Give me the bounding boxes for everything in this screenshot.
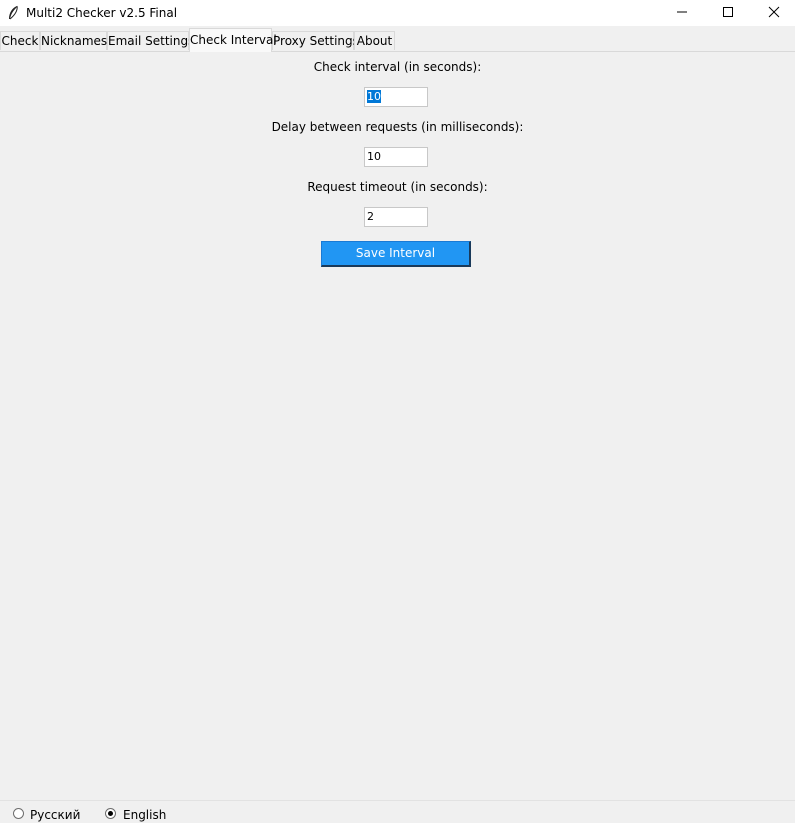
tab-bar: Check Nicknames Email Settings Check Int…	[0, 28, 795, 52]
tab-email-settings[interactable]: Email Settings	[107, 31, 194, 50]
tab-proxy-settings[interactable]: Proxy Settings	[272, 31, 359, 50]
close-button[interactable]	[751, 0, 795, 26]
minimize-button[interactable]	[659, 0, 705, 26]
language-label-russian[interactable]: Русский	[30, 807, 80, 823]
language-label-english[interactable]: English	[123, 807, 166, 823]
language-bar	[0, 800, 795, 823]
tab-about[interactable]: About	[354, 31, 395, 50]
tab-check-interval[interactable]: Check Interval	[189, 28, 277, 52]
minimize-icon	[676, 6, 688, 21]
feather-icon	[6, 5, 20, 21]
request-timeout-input[interactable]: 2	[364, 207, 428, 227]
title-bar[interactable]: Multi2 Checker v2.5 Final	[0, 0, 795, 26]
window-title: Multi2 Checker v2.5 Final	[26, 6, 178, 20]
request-delay-label: Delay between requests (in milliseconds)…	[271, 120, 524, 134]
maximize-icon	[722, 6, 734, 21]
check-interval-label: Check interval (in seconds):	[313, 60, 482, 74]
maximize-button[interactable]	[705, 0, 751, 26]
language-radio-russian[interactable]	[13, 808, 24, 819]
close-icon	[768, 6, 780, 21]
tab-nicknames[interactable]: Nicknames	[40, 31, 107, 50]
check-interval-value: 10	[367, 90, 381, 103]
check-interval-input[interactable]: 10	[364, 87, 428, 107]
tab-check[interactable]: Check	[0, 31, 40, 50]
save-interval-button[interactable]: Save Interval	[321, 241, 471, 267]
request-timeout-value: 2	[367, 210, 374, 223]
request-delay-value: 10	[367, 150, 381, 163]
request-delay-input[interactable]: 10	[364, 147, 428, 167]
request-timeout-label: Request timeout (in seconds):	[307, 180, 488, 194]
language-radio-english[interactable]	[105, 808, 116, 819]
